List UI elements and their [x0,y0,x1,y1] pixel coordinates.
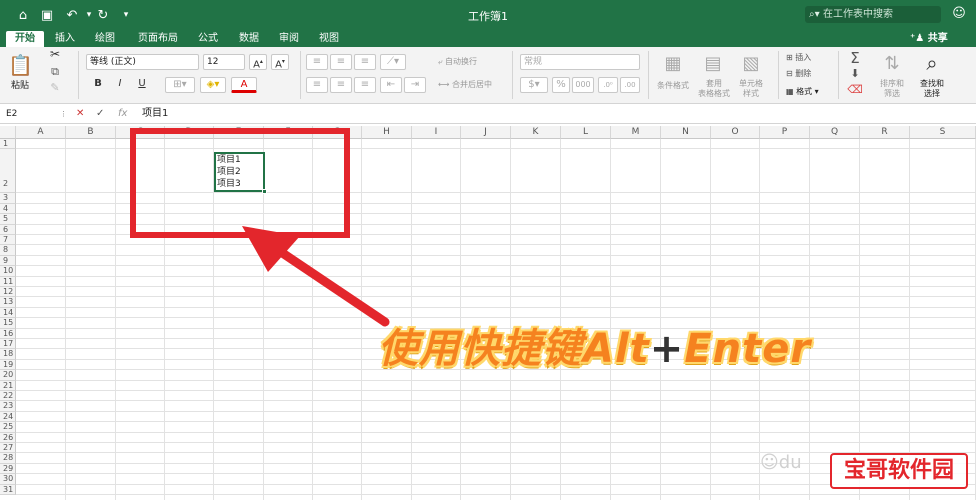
arrow-icon [242,226,390,327]
site-watermark: 宝哥软件园 [830,453,968,489]
baidu-watermark-icon: ☺du [760,452,802,473]
caption-plus: + [649,326,685,372]
caption-prefix: 使用快捷键 [378,326,583,372]
caption-enter: Enter [684,326,812,372]
caption-alt: Alt [583,326,650,372]
shortcut-caption: 使用快捷键Alt+Enter [378,316,811,374]
